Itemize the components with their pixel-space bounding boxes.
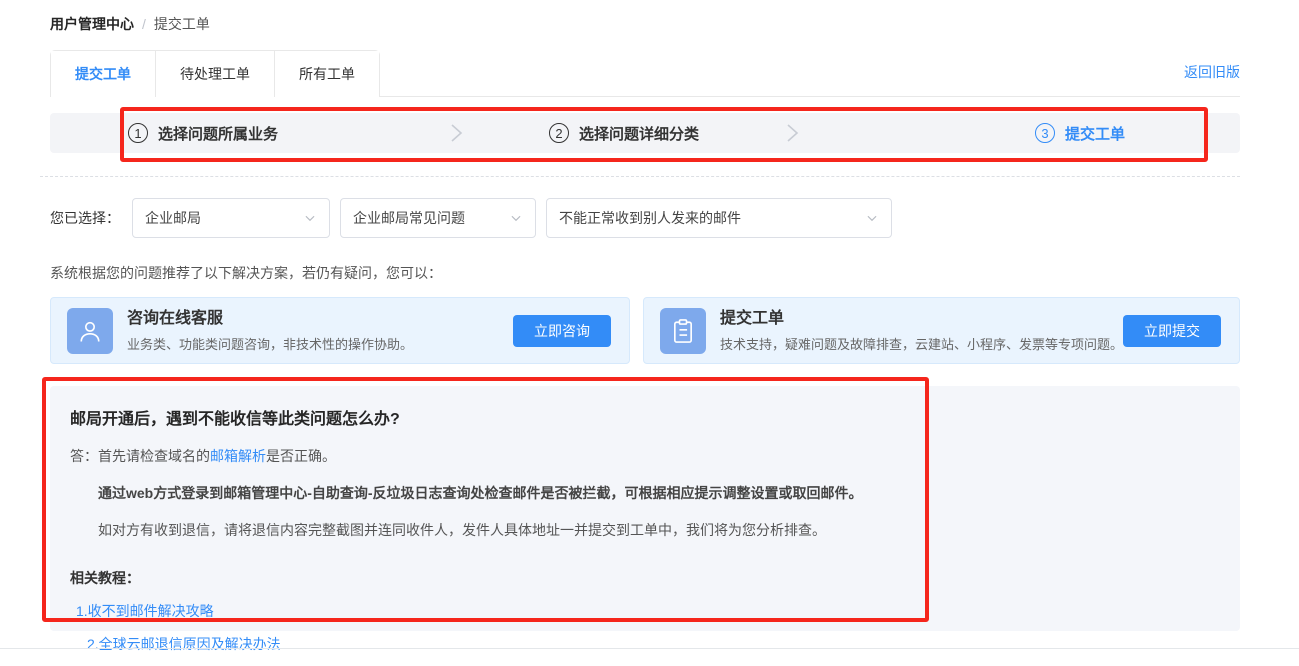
submit-ticket-card-desc: 技术支持，疑难问题及故障排查，云建站、小程序、发票等专项问题。 [720, 334, 1123, 353]
tab-pending-tickets[interactable]: 待处理工单 [156, 51, 275, 97]
dashed-separator [40, 176, 1240, 177]
breadcrumb-separator: / [142, 16, 146, 32]
tutorial-link-receive-mail[interactable]: 1.收不到邮件解决攻略 [70, 601, 1220, 621]
chevron-down-icon [303, 211, 317, 225]
step-1: 1 选择问题所属业务 [128, 123, 278, 144]
category-select[interactable]: 企业邮局常见问题 [340, 198, 536, 238]
step-col-1: 1 选择问题所属业务 [50, 123, 448, 144]
step-2: 2 选择问题详细分类 [549, 123, 699, 144]
selection-label: 您已选择： [50, 208, 132, 228]
recommendation-cards: 咨询在线客服 业务类、功能类问题咨询，非技术性的操作协助。 立即咨询 提交工单 … [50, 297, 1240, 364]
mailbox-dns-link[interactable]: 邮箱解析 [210, 448, 266, 464]
submit-ticket-card-texts: 提交工单 技术支持，疑难问题及故障排查，云建站、小程序、发票等专项问题。 [720, 309, 1123, 353]
consult-now-button[interactable]: 立即咨询 [513, 315, 611, 347]
tutorial-link-bounce-mail[interactable]: 2.全球云邮退信原因及解决办法 [70, 634, 1220, 654]
faq-answer-line-2: 通过web方式登录到邮箱管理中心-自助查询-反垃圾日志查询处检查邮件是否被拦截，… [70, 483, 1220, 503]
tab-submit-ticket[interactable]: 提交工单 [51, 51, 156, 97]
selection-row: 您已选择： 企业邮局 企业邮局常见问题 不能正常收到别人发来的邮件 [50, 198, 1240, 238]
steps-bar: 1 选择问题所属业务 2 选择问题详细分类 3 提交工单 [50, 113, 1240, 153]
chevron-right-icon [448, 121, 464, 145]
category-select-value: 企业邮局常见问题 [353, 208, 465, 228]
submit-ticket-card: 提交工单 技术支持，疑难问题及故障排查，云建站、小程序、发票等专项问题。 立即提… [643, 297, 1240, 364]
faq-panel: 邮局开通后，遇到不能收信等此类问题怎么办? 答：首先请检查域名的邮箱解析是否正确… [50, 386, 1240, 631]
tab-all-tickets[interactable]: 所有工单 [275, 51, 379, 97]
chevron-down-icon [509, 211, 523, 225]
online-service-card-texts: 咨询在线客服 业务类、功能类问题咨询，非技术性的操作协助。 [127, 309, 513, 353]
step-2-label: 选择问题详细分类 [579, 123, 699, 144]
step-1-label: 选择问题所属业务 [158, 123, 278, 144]
step-1-number: 1 [128, 123, 148, 143]
page-bottom-divider [0, 648, 1299, 649]
step-col-3: 3 提交工单 [800, 123, 1240, 144]
faq-question: 邮局开通后，遇到不能收信等此类问题怎么办? [70, 405, 1220, 429]
recommendation-intro-text: 系统根据您的问题推荐了以下解决方案，若仍有疑问，您可以： [50, 263, 1240, 283]
faq-answer-prefix: 答：首先请检查域名的 [70, 448, 210, 464]
tutorials-label: 相关教程： [70, 568, 1220, 588]
detail-issue-select-value: 不能正常收到别人发来的邮件 [559, 208, 741, 228]
detail-issue-select[interactable]: 不能正常收到别人发来的邮件 [546, 198, 892, 238]
person-icon [67, 308, 113, 354]
breadcrumb-current: 提交工单 [154, 14, 210, 34]
step-2-number: 2 [549, 123, 569, 143]
breadcrumb-root[interactable]: 用户管理中心 [50, 14, 134, 34]
online-service-card: 咨询在线客服 业务类、功能类问题咨询，非技术性的操作协助。 立即咨询 [50, 297, 630, 364]
step-3-number: 3 [1035, 123, 1055, 143]
step-3-label: 提交工单 [1065, 123, 1125, 144]
business-select-value: 企业邮局 [145, 208, 201, 228]
tabs-bar: 提交工单 待处理工单 所有工单 返回旧版 [50, 50, 1240, 97]
submit-now-button[interactable]: 立即提交 [1123, 315, 1221, 347]
tab-group: 提交工单 待处理工单 所有工单 [50, 50, 380, 97]
faq-answer-line-3: 如对方有收到退信，请将退信内容完整截图并连同收件人，发件人具体地址一并提交到工单… [70, 520, 1220, 540]
breadcrumb: 用户管理中心 / 提交工单 [50, 14, 1240, 34]
chevron-right-icon [784, 121, 800, 145]
back-to-old-version-link[interactable]: 返回旧版 [1184, 62, 1240, 82]
online-service-card-title: 咨询在线客服 [127, 309, 513, 329]
step-3: 3 提交工单 [1035, 123, 1125, 144]
submit-ticket-card-title: 提交工单 [720, 309, 1123, 329]
chevron-down-icon [865, 211, 879, 225]
clipboard-icon [660, 308, 706, 354]
faq-answer-suffix: 是否正确。 [266, 448, 336, 464]
online-service-card-desc: 业务类、功能类问题咨询，非技术性的操作协助。 [127, 334, 513, 353]
business-select[interactable]: 企业邮局 [132, 198, 330, 238]
step-col-2: 2 选择问题详细分类 [464, 123, 784, 144]
faq-answer-line-1: 答：首先请检查域名的邮箱解析是否正确。 [70, 446, 1220, 466]
ticket-page: 用户管理中心 / 提交工单 提交工单 待处理工单 所有工单 返回旧版 1 选择问… [50, 0, 1240, 631]
